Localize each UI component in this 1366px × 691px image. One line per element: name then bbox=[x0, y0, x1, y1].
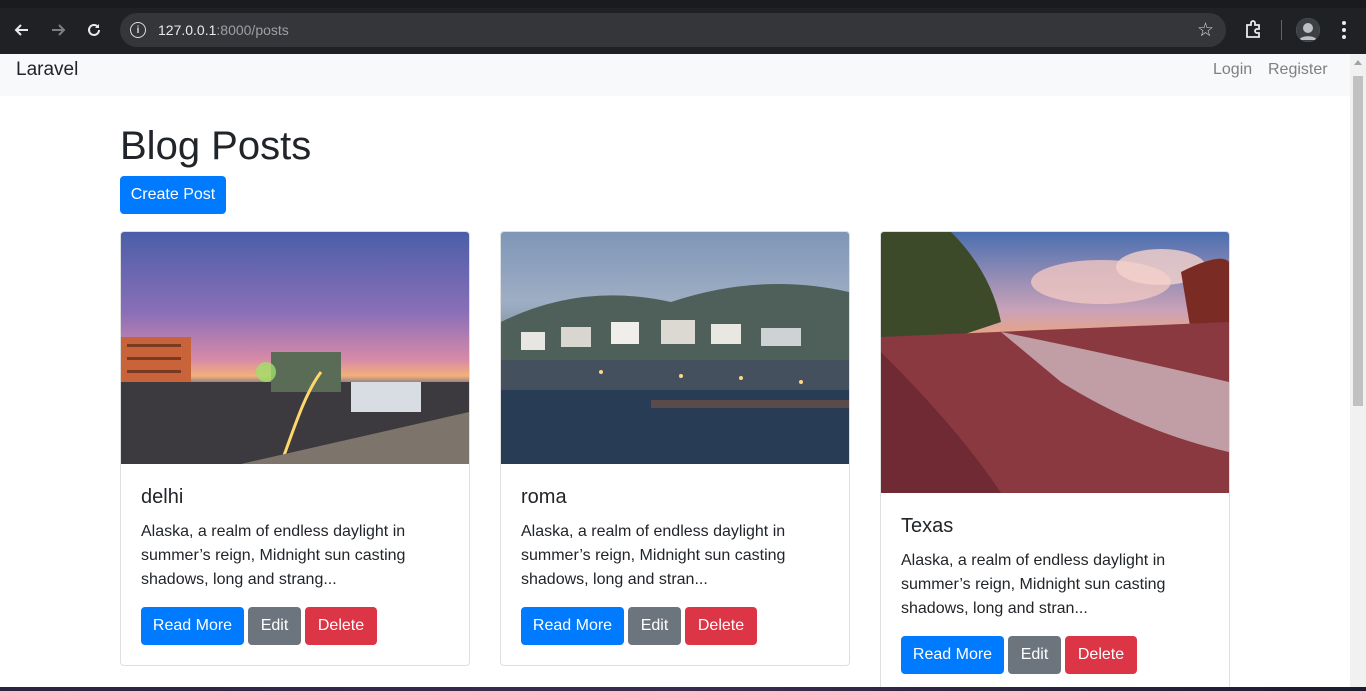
post-title: Texas bbox=[901, 515, 954, 537]
taskbar-edge bbox=[0, 687, 1366, 691]
post-card: roma Alaska, a realm of endless daylight… bbox=[500, 231, 850, 666]
address-bar[interactable]: i 127.0.0.1:8000/posts ☆ bbox=[120, 13, 1226, 47]
url-path: :8000/posts bbox=[216, 22, 289, 38]
page-viewport: Laravel Login Register Blog Posts Create… bbox=[0, 54, 1350, 691]
toolbar-divider bbox=[1281, 20, 1282, 40]
reload-icon bbox=[88, 23, 100, 36]
post-excerpt: Alaska, a realm of endless daylight in s… bbox=[521, 523, 786, 588]
page-title: Blog Posts bbox=[120, 124, 312, 168]
arrow-right-icon bbox=[52, 24, 66, 36]
delete-button[interactable]: Delete bbox=[1065, 636, 1137, 674]
login-link[interactable]: Login bbox=[1213, 61, 1252, 79]
profile-avatar[interactable] bbox=[1296, 18, 1320, 42]
post-excerpt: Alaska, a realm of endless daylight in s… bbox=[141, 523, 406, 588]
url-text[interactable]: 127.0.0.1:8000/posts bbox=[158, 22, 289, 38]
edit-button[interactable]: Edit bbox=[628, 607, 681, 645]
post-card: delhi Alaska, a realm of endless dayligh… bbox=[120, 231, 470, 666]
post-title: delhi bbox=[141, 486, 184, 508]
post-excerpt: Alaska, a realm of endless daylight in s… bbox=[901, 552, 1166, 617]
post-image bbox=[881, 232, 1229, 493]
scroll-thumb[interactable] bbox=[1353, 76, 1363, 406]
post-image bbox=[121, 232, 469, 464]
extensions-icon[interactable] bbox=[1244, 19, 1264, 39]
back-button[interactable] bbox=[10, 18, 34, 42]
page-scrollbar[interactable] bbox=[1350, 54, 1366, 691]
browser-toolbar: i 127.0.0.1:8000/posts ☆ bbox=[0, 0, 1366, 54]
tab-strip bbox=[0, 0, 1366, 8]
info-icon[interactable]: i bbox=[130, 22, 146, 38]
register-link[interactable]: Register bbox=[1268, 61, 1328, 79]
arrow-left-icon bbox=[14, 24, 28, 36]
person-icon bbox=[1296, 18, 1320, 42]
bookmark-star-icon[interactable]: ☆ bbox=[1197, 19, 1214, 42]
edit-button[interactable]: Edit bbox=[248, 607, 301, 645]
post-image bbox=[501, 232, 849, 464]
edit-button[interactable]: Edit bbox=[1008, 636, 1061, 674]
read-more-button[interactable]: Read More bbox=[521, 607, 624, 645]
url-host: 127.0.0.1 bbox=[158, 22, 217, 38]
reload-button[interactable] bbox=[82, 18, 106, 42]
delete-button[interactable]: Delete bbox=[685, 607, 757, 645]
delete-button[interactable]: Delete bbox=[305, 607, 377, 645]
post-title: roma bbox=[521, 486, 567, 508]
forward-button[interactable] bbox=[46, 18, 70, 42]
create-post-button[interactable]: Create Post bbox=[120, 176, 226, 214]
scroll-up-arrow[interactable] bbox=[1354, 60, 1362, 65]
top-navbar: Laravel Login Register bbox=[0, 54, 1350, 96]
browser-menu-button[interactable] bbox=[1336, 18, 1352, 42]
read-more-button[interactable]: Read More bbox=[141, 607, 244, 645]
post-card: Texas Alaska, a realm of endless dayligh… bbox=[880, 231, 1230, 691]
read-more-button[interactable]: Read More bbox=[901, 636, 1004, 674]
navbar-brand[interactable]: Laravel bbox=[16, 59, 78, 81]
